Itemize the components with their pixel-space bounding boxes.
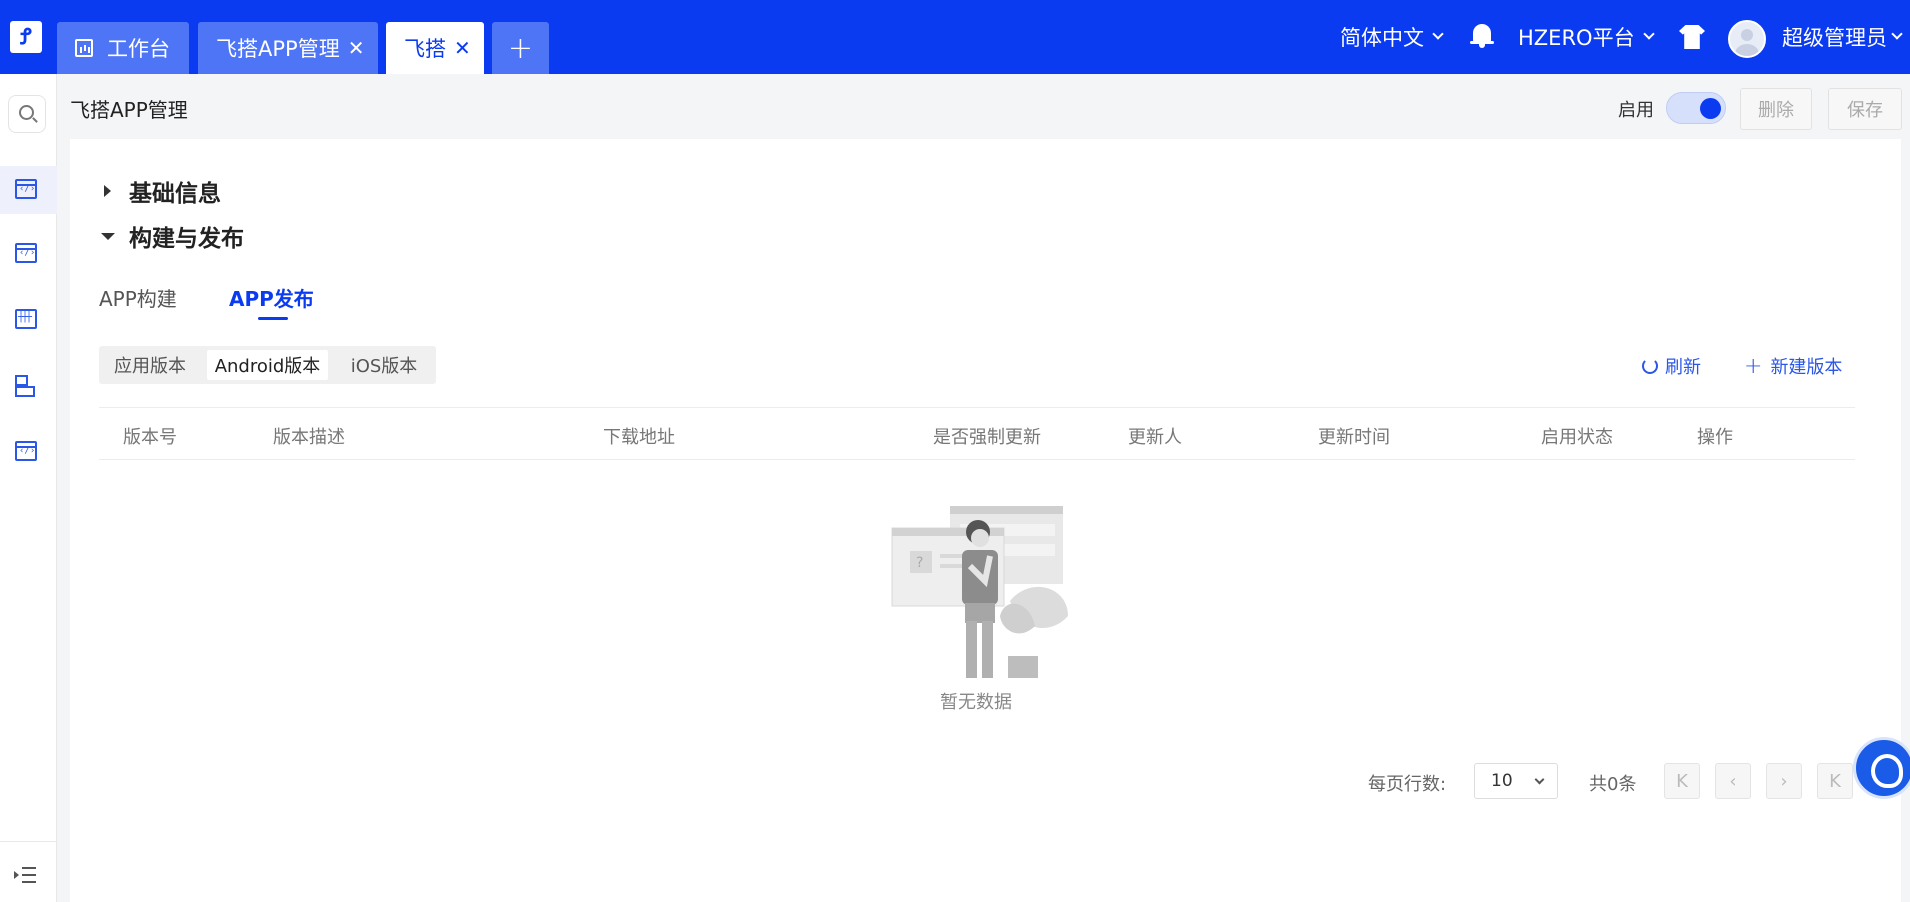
segment-android-version[interactable]: Android版本 [207,350,328,380]
column-header: 更新人 [1128,427,1182,448]
last-page-button[interactable]: K [1817,763,1853,799]
tab-app-build[interactable]: APP构建 [99,283,177,312]
version-segment: 应用版本 Android版本 iOS版本 [99,346,436,384]
refresh-button[interactable]: 刷新 [1642,353,1701,379]
sidebar-item-2[interactable] [0,230,57,278]
avatar[interactable] [1728,20,1766,58]
layout-blocks-icon [15,375,37,397]
caret-down-icon [101,232,115,240]
theme-shirt-icon[interactable] [1679,25,1705,49]
tab-label: 飞搭 [404,37,446,61]
language-label: 简体中文 [1340,26,1424,50]
code-window-icon [15,179,37,199]
column-header: 启用状态 [1541,427,1613,448]
prev-page-button[interactable]: ‹ [1715,763,1751,799]
page-title: 飞搭APP管理 [70,98,188,122]
plus-icon: + [1744,353,1763,379]
add-tab-button[interactable]: + [492,22,549,74]
code-window-icon [15,243,37,263]
language-selector[interactable]: 简体中文 [1340,20,1444,54]
collapse-menu-icon[interactable] [14,865,36,885]
tab-feida[interactable]: 飞搭 ✕ [386,22,484,74]
chevron-down-icon [1642,28,1655,40]
assistant-float-button[interactable] [1853,737,1910,799]
dashboard-icon [75,39,93,57]
platform-selector[interactable]: HZERO平台 [1518,20,1655,54]
sidebar [0,74,57,902]
new-version-label: 新建版本 [1770,357,1843,378]
sidebar-item-4[interactable] [0,362,57,410]
app-logo[interactable]: Ꝭ [10,21,42,53]
sidebar-item-5[interactable] [0,428,57,476]
enable-toggle[interactable] [1666,92,1726,124]
next-page-button[interactable]: › [1766,763,1802,799]
tab-workbench[interactable]: 工作台 [57,22,189,74]
segment-app-version[interactable]: 应用版本 [104,350,196,380]
first-page-button[interactable]: K [1664,763,1700,799]
segment-ios-version[interactable]: iOS版本 [339,350,429,380]
refresh-icon [1642,358,1658,374]
sidebar-item-3[interactable] [0,296,57,344]
bell-icon[interactable] [1470,22,1494,48]
code-window-icon [15,441,37,461]
tab-label: 工作台 [107,37,170,61]
platform-label: HZERO平台 [1518,26,1635,50]
section-title: 构建与发布 [129,226,244,252]
tab-feida-app-management[interactable]: 飞搭APP管理 ✕ [198,22,378,74]
svg-text:?: ? [916,555,923,571]
close-icon[interactable]: ✕ [348,36,365,60]
column-header: 版本描述 [273,427,345,448]
search-button[interactable] [8,95,46,133]
page-size-label: 每页行数: [1368,774,1447,795]
column-header: 版本号 [123,427,177,448]
section-title: 基础信息 [129,181,221,207]
page-size-value: 10 [1491,771,1513,791]
chevron-down-icon [1891,28,1903,40]
sliders-icon [15,309,37,329]
tab-app-publish[interactable]: APP发布 [229,283,314,312]
save-button[interactable]: 保存 [1828,88,1902,130]
active-tab-indicator [258,317,288,320]
caret-right-icon [104,185,111,197]
sidebar-item-1[interactable] [0,166,57,214]
column-header: 是否强制更新 [933,427,1041,448]
column-header: 更新时间 [1318,427,1390,448]
page-size-select[interactable]: 10 [1474,763,1558,799]
new-version-button[interactable]: + 新建版本 [1744,353,1842,379]
username: 超级管理员 [1782,26,1887,50]
refresh-label: 刷新 [1665,357,1701,378]
section-basic-info[interactable]: 基础信息 [104,174,221,208]
total-count: 共0条 [1589,774,1637,795]
delete-button[interactable]: 删除 [1740,88,1812,130]
column-header: 下载地址 [603,427,675,448]
table-header: 版本号 版本描述 下载地址 是否强制更新 更新人 更新时间 启用状态 操作 [99,407,1855,460]
close-icon[interactable]: ✕ [454,36,471,60]
empty-state-text: 暂无数据 [940,692,1012,713]
enable-label: 启用 [1618,100,1654,121]
user-menu[interactable]: 超级管理员 [1782,20,1903,54]
section-build-publish[interactable]: 构建与发布 [101,219,244,253]
column-header: 操作 [1697,427,1733,448]
chevron-down-icon [1432,28,1444,40]
tab-label: 飞搭APP管理 [216,37,340,61]
divider [0,841,57,842]
empty-state-illustration: ? [891,506,1068,678]
top-header: Ꝭ 工作台 飞搭APP管理 ✕ 飞搭 ✕ + 简体中文 HZERO平台 超级管理… [0,0,1910,74]
chevron-down-icon [1534,774,1545,785]
